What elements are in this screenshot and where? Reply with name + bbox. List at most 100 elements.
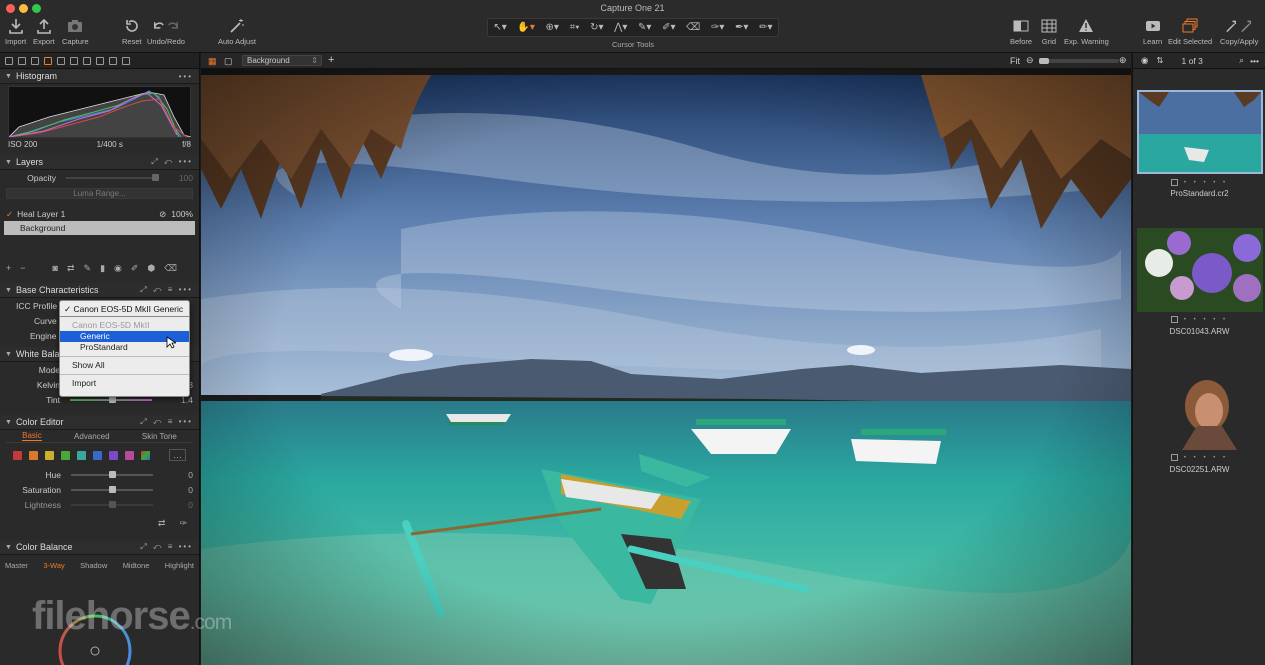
saturation-slider[interactable]: [71, 485, 153, 493]
single-view-icon[interactable]: ▢: [224, 56, 233, 67]
color-editor-header[interactable]: ▼ Color Editor ⤢ ↶ ≡ •••: [0, 415, 199, 430]
image-viewer[interactable]: [201, 69, 1131, 665]
tint-slider[interactable]: [70, 395, 152, 403]
layer-row-background[interactable]: Background: [4, 221, 195, 235]
auto-adjust-button[interactable]: Auto Adjust: [218, 18, 256, 46]
tab-highlight[interactable]: Highlight: [165, 561, 194, 570]
opacity-slider[interactable]: [66, 173, 159, 181]
heal-cursor-icon[interactable]: ✒▾: [735, 22, 748, 33]
output-tab-icon[interactable]: [109, 56, 117, 65]
pan-cursor-icon[interactable]: ✋▾: [517, 22, 534, 33]
luma-range-button[interactable]: Luma Range...: [6, 188, 193, 199]
more-icon[interactable]: ⤢ ↶ ≡ •••: [140, 285, 193, 295]
capture-button[interactable]: Capture: [62, 18, 89, 46]
color-swatch-blue[interactable]: [93, 450, 102, 460]
lightness-slider[interactable]: [71, 500, 153, 508]
adjustments-tab-icon[interactable]: [83, 56, 91, 65]
zoom-fit-label[interactable]: Fit: [1010, 56, 1020, 66]
color-swatch-purple[interactable]: [109, 450, 118, 460]
stamp-tool-icon[interactable]: ⬢: [147, 263, 155, 274]
hue-slider[interactable]: [71, 470, 153, 478]
color-swatch-all[interactable]: [141, 450, 150, 460]
thumbnail-1[interactable]: [1137, 90, 1263, 174]
crop-cursor-icon[interactable]: ⌗▾: [570, 22, 580, 33]
library-tab-icon[interactable]: [5, 56, 13, 65]
reset-button[interactable]: Reset: [122, 18, 142, 46]
zoom-in-icon[interactable]: ⊕: [1119, 55, 1127, 66]
layer-row[interactable]: ✓ Heal Layer 1 ⊘ 100%: [0, 207, 199, 221]
layer-selector[interactable]: Background ⇕: [242, 55, 322, 66]
color-swatch-cyan[interactable]: [77, 450, 86, 460]
learn-button[interactable]: Learn: [1143, 18, 1162, 46]
add-layer-icon[interactable]: +: [328, 54, 334, 66]
thumbnail-rating[interactable]: • • • • •: [1133, 316, 1265, 323]
tab-midtone[interactable]: Midtone: [123, 561, 150, 570]
more-colors-button[interactable]: …: [169, 449, 186, 461]
more-icon[interactable]: •••: [179, 72, 193, 81]
color-balance-header[interactable]: ▼ Color Balance ⤢ ↶ ≡ •••: [0, 540, 199, 555]
remove-layer-icon[interactable]: −: [20, 263, 25, 273]
import-button[interactable]: Import: [5, 18, 26, 46]
undo-redo-button[interactable]: Undo/Redo: [147, 18, 185, 46]
tab-skin-tone[interactable]: Skin Tone: [142, 432, 177, 441]
multi-view-icon[interactable]: ▦: [208, 56, 217, 67]
details-tab-icon[interactable]: [70, 56, 78, 65]
metadata-tab-icon[interactable]: [96, 56, 104, 65]
thumbnail-rating[interactable]: • • • • •: [1133, 179, 1265, 186]
mask-icon[interactable]: ◙: [53, 263, 58, 273]
tab-master[interactable]: Master: [5, 561, 28, 570]
sort-icon[interactable]: ⇅: [1156, 55, 1163, 66]
color-swatch-red[interactable]: [13, 450, 22, 460]
exposure-tab-icon[interactable]: [57, 56, 65, 65]
capture-tab-icon[interactable]: [18, 56, 26, 65]
tab-basic[interactable]: Basic: [22, 431, 42, 441]
edit-selected-button[interactable]: Edit Selected: [1168, 18, 1212, 46]
grid-button[interactable]: Grid: [1041, 18, 1057, 46]
annotate-cursor-icon[interactable]: ✏▾: [759, 22, 772, 33]
gradient-cursor-icon[interactable]: ✑▾: [711, 22, 724, 33]
rotate-cursor-icon[interactable]: ↻▾: [590, 22, 603, 33]
fill-tool-icon[interactable]: ✐: [131, 263, 139, 274]
brush-cursor-icon[interactable]: ✐▾: [662, 22, 675, 33]
radial-tool-icon[interactable]: ◉: [114, 263, 122, 274]
tab-advanced[interactable]: Advanced: [74, 432, 110, 441]
zoom-out-icon[interactable]: ⊖: [1026, 55, 1034, 66]
base-characteristics-header[interactable]: ▼ Base Characteristics ⤢ ↶ ≡ •••: [0, 283, 199, 298]
before-button[interactable]: Before: [1010, 18, 1032, 46]
color-swatch-magenta[interactable]: [125, 450, 134, 460]
erase-tool-icon[interactable]: ⌫: [164, 263, 177, 274]
lens-tab-icon[interactable]: [31, 56, 39, 65]
histogram-panel-header[interactable]: ▼ Histogram •••: [0, 69, 199, 84]
menu-item-import[interactable]: Import: [60, 378, 189, 389]
color-swatch-yellow[interactable]: [45, 450, 54, 460]
tab-shadow[interactable]: Shadow: [80, 561, 107, 570]
eye-icon[interactable]: ◉: [1141, 55, 1148, 66]
keystone-cursor-icon[interactable]: ⋀▾: [614, 22, 627, 33]
brush-tool-icon[interactable]: ✎: [84, 263, 92, 274]
zoom-slider[interactable]: [1039, 58, 1119, 64]
more-icon[interactable]: ⤢ ↶ ≡ •••: [140, 542, 193, 552]
tab-3way[interactable]: 3-Way: [43, 561, 64, 570]
thumbnail-3[interactable]: [1137, 366, 1263, 450]
swap-icon[interactable]: ⇄: [158, 518, 166, 529]
color-swatch-green[interactable]: [61, 450, 70, 460]
export-button[interactable]: Export: [33, 18, 55, 46]
add-layer-icon[interactable]: +: [6, 263, 11, 273]
thumbnail-2[interactable]: [1137, 228, 1263, 312]
color-tab-icon[interactable]: [44, 56, 52, 65]
checkmark-icon[interactable]: ✓: [6, 209, 13, 220]
copy-apply-button[interactable]: Copy/Apply: [1220, 18, 1258, 46]
more-icon[interactable]: ⤢ ↶ ≡ •••: [140, 417, 193, 427]
eyedropper-icon[interactable]: ✑: [179, 518, 187, 529]
swap-icon[interactable]: ⇄: [67, 263, 75, 274]
color-swatch-orange[interactable]: [29, 450, 38, 460]
settings-tab-icon[interactable]: [122, 56, 130, 65]
exposure-warning-button[interactable]: Exp. Warning: [1064, 18, 1109, 46]
gradient-tool-icon[interactable]: ▮: [100, 263, 105, 274]
thumbnail-rating[interactable]: • • • • •: [1133, 454, 1265, 461]
search-icon[interactable]: ⌕: [1239, 55, 1244, 66]
eraser-cursor-icon[interactable]: ⌫: [686, 22, 700, 33]
select-cursor-icon[interactable]: ↖▾: [493, 22, 506, 33]
menu-item-show-all[interactable]: Show All: [60, 360, 189, 371]
picker-cursor-icon[interactable]: ✎▾: [638, 22, 651, 33]
